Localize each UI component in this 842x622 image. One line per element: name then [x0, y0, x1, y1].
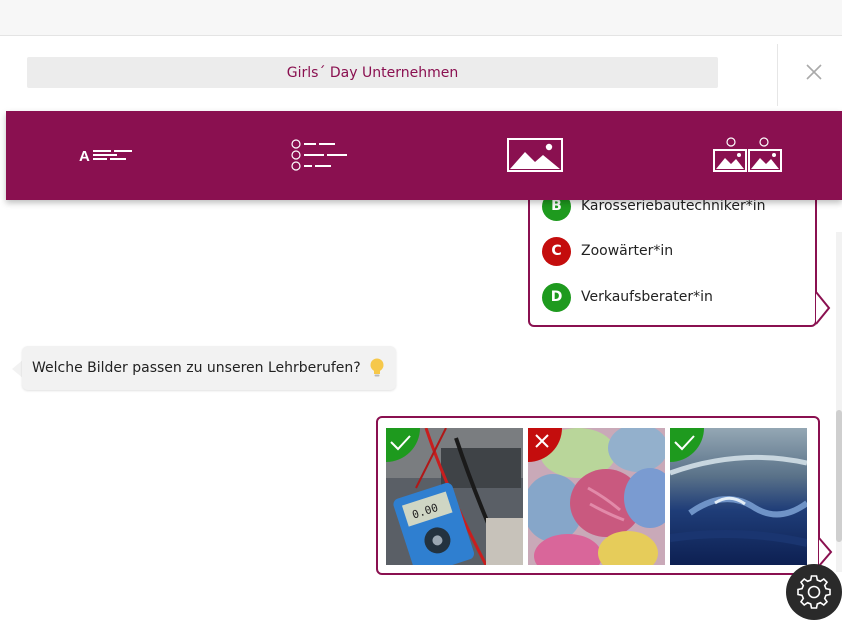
close-button[interactable] — [800, 58, 828, 86]
answer-badge: D — [542, 282, 571, 312]
svg-text:A: A — [79, 148, 90, 165]
answer-text: Karosseriebautechniker*in — [581, 198, 766, 214]
toolbar: A — [6, 111, 842, 200]
page-title-text: Girls´ Day Unternehmen — [286, 64, 459, 81]
text-answer-tool[interactable]: A — [70, 130, 150, 180]
image-tool[interactable] — [500, 130, 570, 180]
abc-list-icon — [291, 139, 347, 171]
answer-options-card: B Karosseriebautechniker*in C Zoowärter*… — [528, 180, 817, 327]
question-text: Welche Bilder passen zu unseren Lehrberu… — [32, 360, 361, 376]
page-title: Girls´ Day Unternehmen — [27, 57, 718, 88]
answer-badge: C — [542, 236, 571, 266]
header-divider — [777, 44, 778, 106]
settings-button[interactable] — [786, 564, 842, 620]
answer-bubble-tail — [815, 291, 831, 325]
image-ab-icon — [713, 137, 782, 172]
answer-text: Verkaufsberater*in — [581, 289, 713, 305]
wrong-marker — [528, 428, 562, 462]
scrollbar-thumb[interactable] — [836, 410, 842, 542]
top-strip — [0, 0, 842, 36]
correct-marker — [670, 428, 704, 462]
image-option-3[interactable] — [670, 428, 807, 565]
answer-option-d: D Verkaufsberater*in — [542, 282, 713, 312]
image-option-1[interactable]: 0.00 — [386, 428, 523, 565]
image-icon — [507, 138, 563, 172]
image-answers-card: 0.00 — [376, 416, 820, 575]
question-bubble: Welche Bilder passen zu unseren Lehrberu… — [22, 346, 396, 390]
lightbulb-icon — [370, 358, 384, 377]
close-icon — [806, 64, 822, 80]
text-lines-icon: A — [79, 148, 132, 165]
multiple-choice-tool[interactable] — [281, 130, 361, 180]
image-option-2[interactable] — [528, 428, 665, 565]
correct-marker — [386, 428, 420, 462]
answer-option-c: C Zoowärter*in — [542, 236, 673, 266]
gear-icon — [797, 575, 831, 609]
answer-text: Zoowärter*in — [581, 243, 674, 259]
image-choice-tool[interactable] — [702, 130, 792, 180]
